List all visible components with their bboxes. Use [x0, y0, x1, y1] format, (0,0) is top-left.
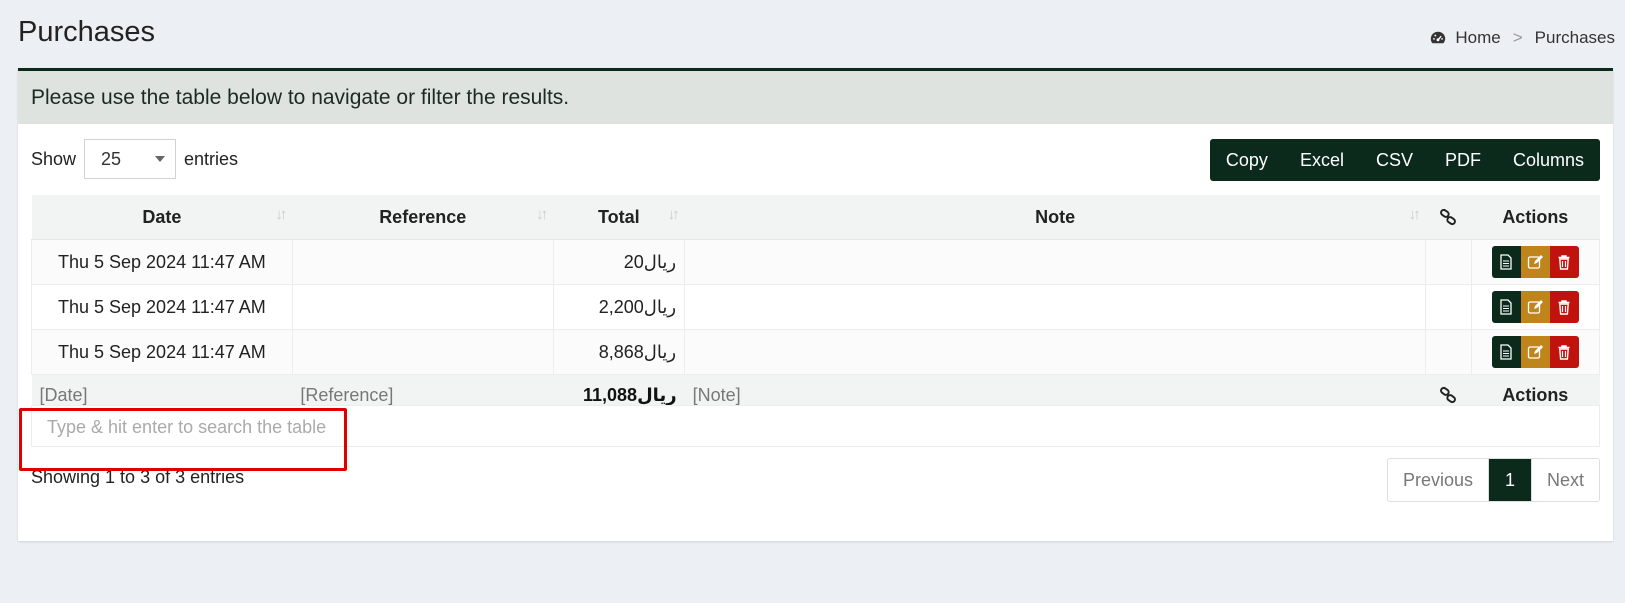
cell-actions	[1470, 329, 1601, 375]
dashboard-icon[interactable]	[1429, 29, 1447, 47]
entries-select-value: 25	[101, 148, 122, 169]
table-row[interactable]: Thu 5 Sep 2024 11:47 AM ريال8,868	[31, 329, 1601, 375]
next-page-button[interactable]: Next	[1530, 459, 1599, 501]
columns-button[interactable]: Columns	[1497, 139, 1600, 181]
cell-reference	[291, 284, 554, 330]
cell-note	[684, 239, 1427, 285]
document-icon	[1500, 254, 1512, 270]
sort-icon: ↓↑	[536, 206, 548, 223]
pdf-button[interactable]: PDF	[1429, 139, 1497, 181]
cell-note	[684, 284, 1427, 330]
excel-button[interactable]: Excel	[1284, 139, 1360, 181]
cell-total: ريال2,200	[552, 284, 686, 330]
breadcrumb-separator: >	[1512, 28, 1523, 47]
sort-icon: ↓↑	[275, 206, 287, 223]
view-button[interactable]	[1491, 246, 1521, 278]
show-label: Show	[31, 148, 77, 169]
edit-button[interactable]	[1520, 246, 1550, 278]
column-header-actions: Actions	[1471, 195, 1600, 240]
copy-button[interactable]: Copy	[1210, 139, 1284, 181]
export-button-group: Copy Excel CSV PDF Columns	[1209, 139, 1600, 181]
entries-label: entries	[184, 148, 239, 169]
delete-button[interactable]	[1549, 246, 1579, 278]
chevron-down-icon	[155, 156, 166, 162]
cell-date: Thu 5 Sep 2024 11:47 AM	[31, 329, 293, 375]
trash-icon	[1558, 345, 1570, 360]
view-button[interactable]	[1491, 291, 1521, 323]
cell-actions	[1470, 239, 1601, 285]
column-header-link	[1425, 195, 1472, 240]
previous-page-button[interactable]: Previous	[1387, 459, 1488, 501]
entries-select[interactable]: 25	[84, 139, 177, 179]
sort-icon: ↓↑	[667, 206, 680, 223]
edit-icon	[1528, 255, 1544, 269]
csv-button[interactable]: CSV	[1360, 139, 1429, 181]
cell-total: ريال20	[552, 239, 686, 285]
cell-actions	[1470, 284, 1601, 330]
document-icon	[1500, 299, 1512, 315]
trash-icon	[1558, 300, 1570, 315]
trash-icon	[1558, 255, 1570, 270]
cell-reference	[291, 329, 554, 375]
cell-note	[684, 329, 1427, 375]
edit-icon	[1528, 345, 1544, 359]
link-icon	[1434, 386, 1464, 404]
cell-total: ريال8,868	[552, 329, 686, 375]
delete-button[interactable]	[1549, 291, 1579, 323]
column-header-date[interactable]: Date ↓↑	[31, 195, 293, 240]
sort-icon: ↓↑	[1408, 206, 1421, 223]
edit-icon	[1528, 300, 1544, 314]
edit-button[interactable]	[1520, 336, 1550, 368]
view-button[interactable]	[1491, 336, 1521, 368]
cell-date: Thu 5 Sep 2024 11:47 AM	[31, 284, 293, 330]
breadcrumb-current: Purchases	[1534, 28, 1615, 47]
cell-link	[1425, 284, 1472, 330]
cell-link	[1425, 329, 1472, 375]
cell-link	[1425, 239, 1472, 285]
cell-reference	[291, 239, 554, 285]
search-highlight-box	[19, 408, 347, 471]
column-header-reference[interactable]: Reference ↓↑	[292, 195, 554, 240]
cell-date: Thu 5 Sep 2024 11:47 AM	[31, 239, 293, 285]
breadcrumb-home-link[interactable]: Home	[1455, 28, 1500, 48]
page-title: Purchases	[18, 16, 156, 48]
pagination: Previous 1 Next	[1386, 458, 1600, 502]
purchases-table: Date ↓↑ Reference ↓↑ Total ↓↑ Note ↓↑ Action…	[31, 195, 1601, 415]
panel-header: Please use the table below to navigate o…	[18, 71, 1613, 124]
length-menu: Show 25 entries	[31, 139, 238, 179]
table-row[interactable]: Thu 5 Sep 2024 11:47 AM ريال20	[31, 239, 1601, 285]
table-row[interactable]: Thu 5 Sep 2024 11:47 AM ريال2,200	[31, 284, 1601, 330]
breadcrumb: Home > Purchases	[1429, 28, 1615, 48]
column-header-note[interactable]: Note ↓↑	[684, 195, 1426, 240]
page-button-current[interactable]: 1	[1487, 459, 1531, 501]
column-header-total[interactable]: Total ↓↑	[553, 195, 685, 240]
edit-button[interactable]	[1520, 291, 1550, 323]
delete-button[interactable]	[1549, 336, 1579, 368]
link-icon	[1427, 208, 1471, 226]
document-icon	[1500, 344, 1512, 360]
